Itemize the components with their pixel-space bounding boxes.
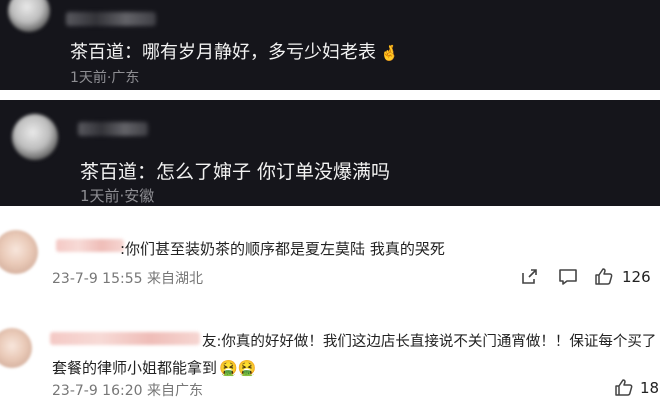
comment-text: 茶百道：怎么了婶子 你订单没爆满吗 (80, 161, 391, 183)
avatar[interactable] (0, 230, 38, 274)
vomit-emoji: 🤮🤮 (219, 359, 257, 377)
comment-meta: 1天前·广东 (70, 70, 140, 86)
like-icon[interactable] (594, 267, 614, 286)
comment-meta: 1天前·安徽 (80, 187, 155, 205)
comment-icon[interactable] (558, 268, 578, 286)
share-icon[interactable] (520, 268, 538, 286)
username-blurred[interactable] (78, 122, 148, 136)
light-comment-card-1: :你们甚至装奶茶的顺序都是夏左莫陆 我真的哭死 23-7-9 15:55 来自湖… (0, 206, 660, 310)
like-count: 126 (622, 268, 651, 286)
username-blurred[interactable] (56, 239, 124, 252)
dark-comment-card-2: 茶百道：怎么了婶子 你订单没爆满吗 1天前·安徽 (0, 100, 660, 206)
avatar[interactable] (0, 328, 32, 368)
comment-meta: 23-7-9 15:55 来自湖北 (52, 271, 203, 287)
like-icon[interactable] (614, 378, 634, 397)
comment-text-line-1: 友:你真的好好做！我们这边店长直接说不关门通宵做！！保证每个买了 (202, 334, 657, 350)
username-blurred[interactable] (66, 12, 156, 26)
light-comment-card-2: 友:你真的好好做！我们这边店长直接说不关门通宵做！！保证每个买了 套餐的律师小姐… (0, 310, 660, 405)
username-blurred[interactable] (50, 332, 200, 345)
comment-text: :你们甚至装奶茶的顺序都是夏左莫陆 我真的哭死 (120, 240, 445, 258)
comment-meta: 23-7-9 16:20 来自广东 (52, 383, 203, 399)
comment-text-line-2: 套餐的律师小姐都能拿到 🤮🤮 (52, 359, 257, 377)
avatar[interactable] (12, 114, 58, 160)
comment-text: 茶百道：哪有岁月静好，多亏少妇老表 🤞 (70, 42, 399, 63)
like-count: 18 (640, 379, 660, 397)
avatar[interactable] (8, 0, 50, 32)
fingers-crossed-emoji: 🤞 (380, 44, 399, 62)
dark-comment-card-1: 茶百道：哪有岁月静好，多亏少妇老表 🤞 1天前·广东 (0, 0, 660, 90)
